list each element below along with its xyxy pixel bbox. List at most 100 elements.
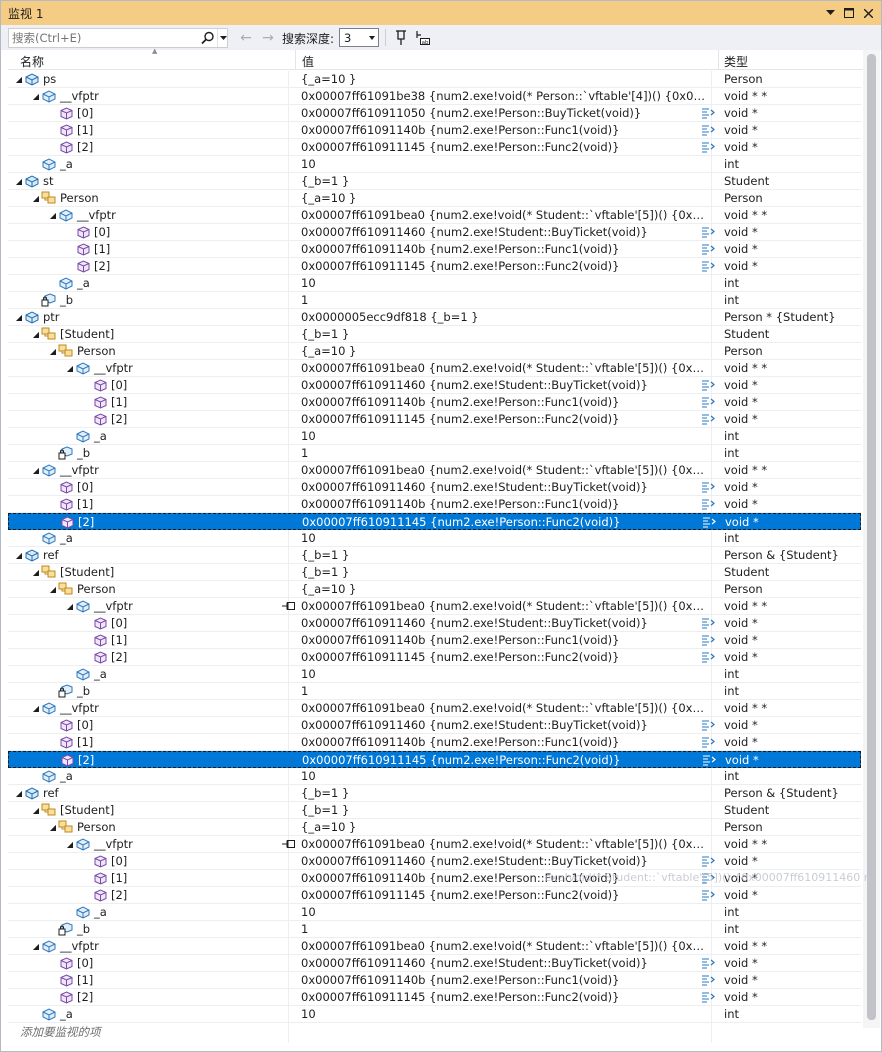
watch-row[interactable]: _b 1 int	[8, 683, 861, 700]
watch-row[interactable]: ◢ __vfptr 0x00007ff61091bea0 {num2.exe!voi…	[8, 462, 861, 479]
search-depth-select[interactable]: 3	[339, 28, 379, 47]
row-value-text[interactable]: 1	[300, 292, 710, 308]
visualizer-icon[interactable]	[701, 634, 715, 646]
watch-row[interactable]: [2] 0x00007ff610911145 {num2.exe!Person::…	[8, 751, 861, 768]
row-value-text[interactable]: 1	[300, 445, 710, 461]
watch-row[interactable]: [2] 0x00007ff610911145 {num2.exe!Person::…	[8, 139, 861, 156]
watch-row[interactable]: ◢ [Student] {_b=1 } Student	[8, 564, 861, 581]
expand-arrow-icon[interactable]: ◢	[14, 71, 24, 87]
watch-row[interactable]: ◢ __vfptr 0x00007ff61091bea0 {num2.exe!voi…	[8, 836, 861, 853]
watch-row[interactable]: [2] 0x00007ff610911145 {num2.exe!Person::…	[8, 411, 861, 428]
row-value-text[interactable]: 0x00007ff610911460 {num2.exe!Student::Bu…	[300, 853, 710, 869]
row-value-text[interactable]: 10	[300, 275, 710, 291]
expand-arrow-icon[interactable]: ◢	[48, 207, 58, 223]
watch-row[interactable]: [2] 0x00007ff610911145 {num2.exe!Person::…	[8, 513, 861, 530]
visualizer-icon[interactable]	[701, 379, 715, 391]
row-value-text[interactable]: 0x00007ff61091be38 {num2.exe!void(* Pers…	[300, 88, 710, 104]
visualizer-icon[interactable]	[702, 516, 716, 528]
row-value-text[interactable]: 0x00007ff61091140b {num2.exe!Person::Fun…	[300, 972, 710, 988]
watch-row[interactable]: _b 1 int	[8, 445, 861, 462]
row-value-text[interactable]: 10	[300, 1006, 710, 1022]
watch-row[interactable]: ◢ Person {_a=10 } Person	[8, 581, 861, 598]
watch-row[interactable]: [2] 0x00007ff610911145 {num2.exe!Person::…	[8, 989, 861, 1006]
row-value-text[interactable]: 10	[300, 768, 710, 784]
row-value-text[interactable]: 1	[300, 683, 710, 699]
visualizer-icon[interactable]	[701, 413, 715, 425]
expand-arrow-icon[interactable]: ◢	[31, 190, 41, 206]
watch-row[interactable]: [1] 0x00007ff61091140b {num2.exe!Person::…	[8, 496, 861, 513]
row-value-text[interactable]: 0x00007ff61091140b {num2.exe!Person::Fun…	[300, 632, 710, 648]
row-value-text[interactable]: 0x00007ff610911460 {num2.exe!Student::Bu…	[300, 955, 710, 971]
row-value-text[interactable]: 0x00007ff61091140b {num2.exe!Person::Fun…	[300, 734, 710, 750]
watch-row[interactable]: ◢ ref {_b=1 } Person & {Student}	[8, 547, 861, 564]
row-value-text[interactable]: {_b=1 }	[300, 547, 710, 563]
expand-arrow-icon[interactable]: ◢	[31, 462, 41, 478]
expand-arrow-icon[interactable]: ◢	[31, 88, 41, 104]
row-value-text[interactable]: 10	[300, 428, 710, 444]
watch-row[interactable]: [0] 0x00007ff610911050 {num2.exe!Person::…	[8, 105, 861, 122]
watch-row[interactable]: [0] 0x00007ff610911460 {num2.exe!Student:…	[8, 377, 861, 394]
row-value-text[interactable]: 0x00007ff610911145 {num2.exe!Person::Fun…	[300, 258, 710, 274]
maximize-icon[interactable]	[840, 4, 858, 22]
watch-row[interactable]: ◢ Person {_a=10 } Person	[8, 190, 861, 207]
row-value-text[interactable]: 0x00007ff61091bea0 {num2.exe!void(* Stud…	[300, 700, 710, 716]
visualizer-icon[interactable]	[701, 855, 715, 867]
row-value-text[interactable]: 0x00007ff61091bea0 {num2.exe!void(* Stud…	[300, 207, 710, 223]
row-value-text[interactable]: 0x00007ff610911145 {num2.exe!Person::Fun…	[301, 752, 711, 768]
watch-row[interactable]: _a 10 int	[8, 904, 861, 921]
watch-row[interactable]: [1] 0x00007ff61091140b {num2.exe!Person::…	[8, 122, 861, 139]
visualizer-icon[interactable]	[701, 260, 715, 272]
watch-row[interactable]: ◢ [Student] {_b=1 } Student	[8, 326, 861, 343]
row-value-text[interactable]: {_b=1 }	[300, 785, 710, 801]
add-watch-row[interactable]: 添加要监视的项	[8, 1023, 861, 1041]
row-value-text[interactable]: {_a=10 }	[300, 71, 710, 87]
row-value-text[interactable]: 0x00007ff61091140b {num2.exe!Person::Fun…	[300, 394, 710, 410]
watch-row[interactable]: ◢ __vfptr 0x00007ff61091bea0 {num2.exe!voi…	[8, 360, 861, 377]
visualizer-icon[interactable]	[701, 141, 715, 153]
pin-icon[interactable]	[392, 28, 410, 47]
watch-row[interactable]: [0] 0x00007ff610911460 {num2.exe!Student:…	[8, 479, 861, 496]
search-options-dropdown-icon[interactable]	[217, 29, 229, 47]
watch-row[interactable]: _a 10 int	[8, 666, 861, 683]
visualizer-icon[interactable]	[701, 651, 715, 663]
watch-row[interactable]: ◢ __vfptr 0x00007ff61091bea0 {num2.exe!voi…	[8, 700, 861, 717]
expand-arrow-icon[interactable]: ◢	[31, 938, 41, 954]
row-value-text[interactable]: 0x00007ff610911145 {num2.exe!Person::Fun…	[301, 514, 711, 530]
back-arrow-icon[interactable]: ←	[237, 28, 255, 47]
visualizer-icon[interactable]	[701, 124, 715, 136]
expand-arrow-icon[interactable]: ◢	[31, 564, 41, 580]
row-value-text[interactable]: 0x00007ff61091bea0 {num2.exe!void(* Stud…	[300, 462, 710, 478]
expand-arrow-icon[interactable]: ◢	[31, 802, 41, 818]
row-value-text[interactable]: 0x00007ff610911460 {num2.exe!Student::Bu…	[300, 717, 710, 733]
visualizer-icon[interactable]	[702, 754, 716, 766]
watch-row[interactable]: _a 10 int	[8, 428, 861, 445]
watch-row[interactable]: [0] 0x00007ff610911460 {num2.exe!Student:…	[8, 853, 861, 870]
watch-row[interactable]: ◢ __vfptr 0x00007ff61091bea0 {num2.exe!voi…	[8, 207, 861, 224]
watch-row[interactable]: _a 10 int	[8, 156, 861, 173]
watch-row[interactable]: ◢ ptr 0x0000005ecc9df818 {_b=1 } Person * {…	[8, 309, 861, 326]
row-value-text[interactable]: 10	[300, 156, 710, 172]
row-value-text[interactable]: {_b=1 }	[300, 802, 710, 818]
expand-arrow-icon[interactable]: ◢	[14, 309, 24, 325]
row-value-text[interactable]: {_a=10 }	[300, 819, 710, 835]
visualizer-icon[interactable]	[701, 957, 715, 969]
visualizer-icon[interactable]	[701, 736, 715, 748]
expand-arrow-icon[interactable]: ◢	[65, 360, 75, 376]
row-value-text[interactable]: 10	[300, 530, 710, 546]
visualizer-icon[interactable]	[701, 974, 715, 986]
expand-arrow-icon[interactable]: ◢	[48, 819, 58, 835]
expand-arrow-icon[interactable]: ◢	[14, 173, 24, 189]
visualizer-icon[interactable]	[701, 396, 715, 408]
row-value-text[interactable]: 0x00007ff610911460 {num2.exe!Student::Bu…	[300, 479, 710, 495]
close-icon[interactable]	[859, 4, 877, 22]
watch-row[interactable]: [1] 0x00007ff61091140b {num2.exe!Person::…	[8, 632, 861, 649]
visualizer-icon[interactable]	[701, 481, 715, 493]
watch-row[interactable]: [2] 0x00007ff610911145 {num2.exe!Person::…	[8, 649, 861, 666]
watch-row[interactable]: [1] 0x00007ff61091140b {num2.exe!Person::…	[8, 972, 861, 989]
search-input[interactable]	[9, 29, 197, 47]
watch-row[interactable]: ◢ __vfptr 0x00007ff61091bea0 {num2.exe!voi…	[8, 598, 861, 615]
expand-arrow-icon[interactable]: ◢	[31, 700, 41, 716]
row-value-text[interactable]: {_a=10 }	[300, 581, 710, 597]
watch-row[interactable]: [1] 0x00007ff61091140b {num2.exe!Person::…	[8, 241, 861, 258]
watch-row[interactable]: _b 1 int	[8, 292, 861, 309]
